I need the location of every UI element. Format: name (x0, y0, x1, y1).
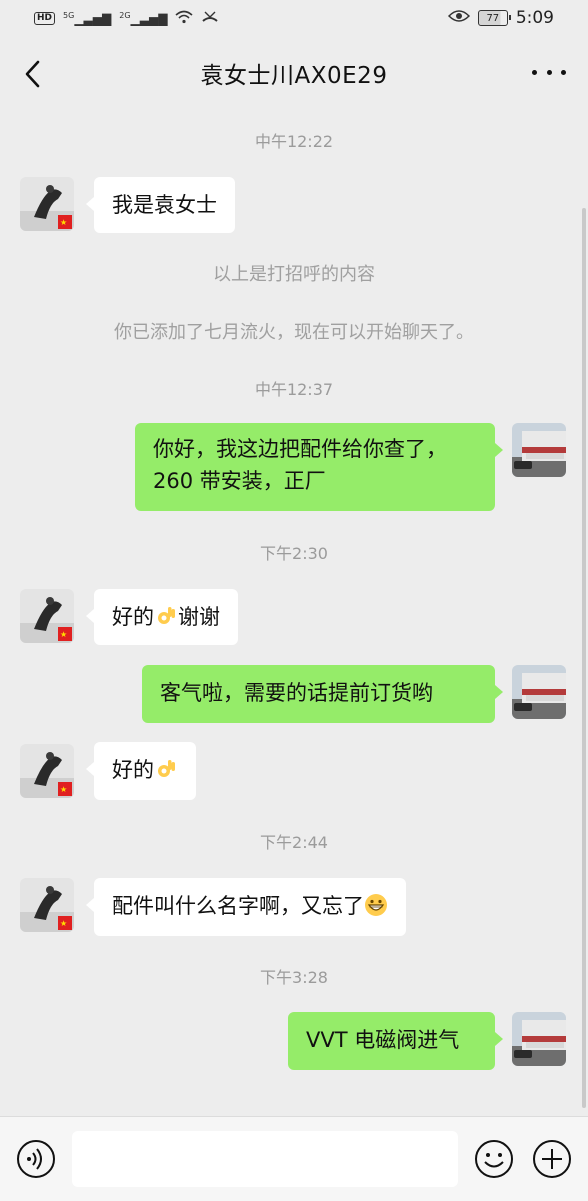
timestamp: 中午12:37 (254, 380, 334, 399)
message-bubble-outgoing[interactable]: 客气啦，需要的话提前订货哟 (142, 665, 503, 723)
chat-title: 袁女士川AX0E29 (200, 63, 388, 89)
eye-comfort-icon (447, 9, 470, 27)
contact-avatar[interactable]: ★ (20, 878, 74, 932)
emoji-icon (475, 1140, 513, 1178)
avatar-image: ★ (20, 177, 74, 231)
status-bar: HD 5G▁▃▅▇ 2G▁▃▅▇ 77 5:09 (0, 0, 588, 36)
timestamp: 下午2:30 (260, 544, 328, 563)
cellular-signal-2g-icon: 2G▁▃▅▇ (119, 10, 168, 26)
more-button[interactable] (532, 58, 566, 86)
ellipsis-icon-dot (532, 69, 537, 75)
contact-avatar[interactable]: ★ (20, 589, 74, 643)
message-text: 谢谢 (178, 605, 220, 629)
timestamp: 下午2:44 (260, 833, 328, 852)
svg-text:★: ★ (60, 218, 67, 227)
emoji-button[interactable] (474, 1139, 514, 1179)
hd-badge: HD (34, 11, 56, 25)
status-left: HD 5G▁▃▅▇ 2G▁▃▅▇ (34, 10, 219, 27)
voice-button[interactable] (16, 1139, 56, 1179)
ellipsis-icon-dot (546, 69, 552, 75)
plus-icon (533, 1140, 571, 1178)
timestamp: 中午12:22 (254, 132, 334, 151)
message-bubble-incoming[interactable]: 配件叫什么名字啊，又忘了 (86, 878, 406, 936)
self-avatar[interactable] (512, 423, 566, 477)
chat-header: 袁女士川AX0E29 (0, 40, 588, 106)
message-bubble-outgoing[interactable]: VVT 电磁阀进气 (288, 1012, 503, 1070)
chevron-left-icon (25, 60, 40, 88)
battery-icon: 77 (477, 10, 511, 26)
net-type-5g: 5G (63, 10, 75, 20)
message-bubble-incoming[interactable]: 好的 谢谢 (86, 589, 238, 645)
svg-text:★: ★ (60, 919, 67, 928)
message-text: 配件叫什么名字啊，又忘了 (112, 894, 364, 918)
back-button[interactable] (16, 56, 52, 92)
ok-hand-emoji-icon (158, 760, 175, 777)
contact-avatar[interactable]: ★ (20, 744, 74, 798)
message-bubble-incoming[interactable]: 好的 (86, 742, 196, 800)
wifi-icon (175, 10, 193, 27)
avatar-image: ★ (20, 878, 74, 932)
message-text: 我是袁女士 (112, 193, 217, 217)
avatar-image (512, 423, 566, 477)
message-text-line: 你好，我这边把配件给你查了， (153, 437, 447, 461)
timestamp: 下午3:28 (260, 968, 328, 987)
message-bubble-outgoing[interactable]: 你好，我这边把配件给你查了， 260 带安装，正厂 (135, 423, 503, 511)
net-type-2g: 2G (119, 10, 131, 20)
input-bar (0, 1116, 588, 1201)
more-functions-button[interactable] (532, 1139, 572, 1179)
message-text: VVT 电磁阀进气 (306, 1028, 460, 1052)
message-input[interactable] (72, 1131, 458, 1187)
avatar-image (512, 1012, 566, 1066)
svg-text:★: ★ (60, 630, 67, 639)
grin-emoji-icon (365, 894, 387, 916)
missed-call-icon (201, 10, 219, 27)
status-time: 5:09 (515, 8, 554, 28)
contact-avatar[interactable]: ★ (20, 177, 74, 231)
message-bubble-incoming[interactable]: 我是袁女士 (86, 177, 235, 233)
message-text-line: 260 带安装，正厂 (153, 469, 326, 493)
message-list[interactable]: 中午12:22 ★ 我是袁女士 以上是打招呼的内容 你已添加了七月流火，现在可以… (0, 108, 588, 1116)
system-message: 你已添加了七月流火，现在可以开始聊天了。 (114, 322, 474, 343)
ok-hand-emoji-icon (158, 607, 175, 624)
svg-text:★: ★ (60, 785, 67, 794)
avatar-image: ★ (20, 744, 74, 798)
system-message: 以上是打招呼的内容 (213, 264, 375, 285)
message-text: 客气啦，需要的话提前订货哟 (160, 681, 433, 705)
message-text: 好的 (112, 605, 154, 629)
avatar-image (512, 665, 566, 719)
status-right: 77 5:09 (447, 8, 554, 28)
self-avatar[interactable] (512, 665, 566, 719)
cellular-signal-5g-icon: 5G▁▃▅▇ (63, 10, 112, 26)
ellipsis-icon-dot (561, 69, 566, 75)
self-avatar[interactable] (512, 1012, 566, 1066)
voice-icon (17, 1140, 55, 1178)
avatar-image: ★ (20, 589, 74, 643)
message-text: 好的 (112, 758, 154, 782)
